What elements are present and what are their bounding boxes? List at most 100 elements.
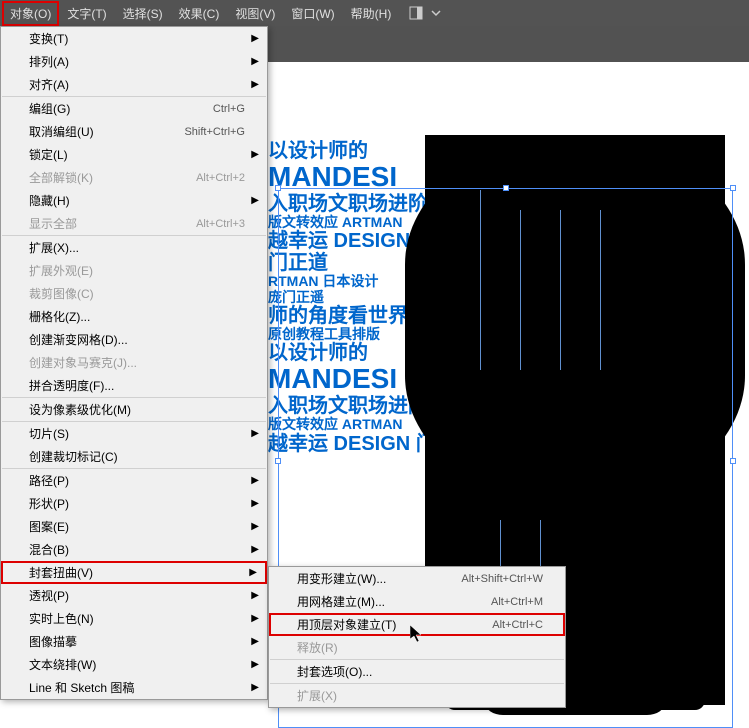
- menu-item-label: 创建对象马赛克(J)...: [29, 354, 137, 371]
- object-menu-item[interactable]: 拼合透明度(F)...: [1, 374, 267, 397]
- menu-item-label: 扩展(X)...: [29, 239, 79, 256]
- menu-item-label: 设为像素级优化(M): [29, 401, 131, 418]
- submenu-arrow-icon: ▶: [251, 428, 259, 439]
- menu-object[interactable]: 对象(O): [2, 1, 59, 26]
- menu-item-label: 混合(B): [29, 541, 69, 558]
- menu-select[interactable]: 选择(S): [115, 1, 171, 26]
- menu-help[interactable]: 帮助(H): [343, 1, 400, 26]
- menu-type[interactable]: 文字(T): [59, 1, 114, 26]
- submenu-arrow-icon: ▶: [251, 590, 259, 601]
- object-menu-item[interactable]: 形状(P) ▶: [1, 492, 267, 515]
- menu-item-label: 全部解锁(K): [29, 169, 93, 186]
- object-menu-item[interactable]: 变换(T) ▶: [1, 27, 267, 50]
- object-menu-item[interactable]: 图像描摹 ▶: [1, 630, 267, 653]
- submenu-arrow-icon: ▶: [251, 33, 259, 44]
- menu-item-label: Line 和 Sketch 图稿: [29, 679, 134, 696]
- object-menu-item[interactable]: 混合(B)▶: [1, 538, 267, 561]
- menu-item-label: 用变形建立(W)...: [297, 570, 386, 587]
- object-menu-item[interactable]: 切片(S) ▶: [1, 422, 267, 445]
- menu-item-label: 形状(P): [29, 495, 69, 512]
- envelope-submenu-item: 扩展(X): [269, 684, 565, 707]
- submenu-arrow-icon: ▶: [251, 682, 259, 693]
- menu-item-label: 显示全部: [29, 215, 77, 232]
- menu-shortcut: Alt+Ctrl+2: [196, 172, 245, 184]
- menu-item-label: 实时上色(N): [29, 610, 94, 627]
- anchor-guide: [600, 210, 601, 370]
- menu-item-label: 扩展外观(E): [29, 262, 93, 279]
- menu-item-label: 文本绕排(W): [29, 656, 96, 673]
- menu-item-label: 用顶层对象建立(T): [297, 616, 396, 633]
- menu-item-label: 路径(P): [29, 472, 69, 489]
- menu-item-label: 封套选项(O)...: [297, 663, 372, 680]
- object-menu-item[interactable]: 实时上色(N) ▶: [1, 607, 267, 630]
- object-menu-item[interactable]: 栅格化(Z)...: [1, 305, 267, 328]
- submenu-arrow-icon: ▶: [251, 195, 259, 206]
- submenu-arrow-icon: ▶: [251, 149, 259, 160]
- menu-item-label: 拼合透明度(F)...: [29, 377, 114, 394]
- submenu-arrow-icon: ▶: [251, 475, 259, 486]
- envelope-submenu-item[interactable]: 封套选项(O)...: [269, 660, 565, 683]
- menu-shortcut: Alt+Shift+Ctrl+W: [461, 573, 543, 585]
- object-menu-item[interactable]: 透视(P) ▶: [1, 584, 267, 607]
- menu-shortcut: Alt+Ctrl+3: [196, 218, 245, 230]
- menu-item-label: 创建裁切标记(C): [29, 448, 118, 465]
- menu-item-label: 图案(E): [29, 518, 69, 535]
- menu-item-label: 透视(P): [29, 587, 69, 604]
- submenu-arrow-icon: ▶: [251, 521, 259, 532]
- object-menu-item[interactable]: 文本绕排(W)▶: [1, 653, 267, 676]
- menu-item-label: 创建渐变网格(D)...: [29, 331, 128, 348]
- menu-item-label: 封套扭曲(V): [29, 564, 93, 581]
- object-menu-item[interactable]: 路径(P) ▶: [1, 469, 267, 492]
- submenu-arrow-icon: ▶: [251, 613, 259, 624]
- menubar-icons: [409, 6, 443, 20]
- menu-item-label: 取消编组(U): [29, 123, 94, 140]
- submenu-arrow-icon: ▶: [251, 498, 259, 509]
- menu-item-label: 栅格化(Z)...: [29, 308, 90, 325]
- object-menu-item: 创建对象马赛克(J)...: [1, 351, 267, 374]
- anchor-guide: [480, 190, 481, 370]
- menu-item-label: 切片(S): [29, 425, 69, 442]
- menu-item-label: 裁剪图像(C): [29, 285, 94, 302]
- object-menu-item[interactable]: 编组(G) Ctrl+G: [1, 97, 267, 120]
- menu-item-label: 用网格建立(M)...: [297, 593, 385, 610]
- object-menu-item[interactable]: 图案(E) ▶: [1, 515, 267, 538]
- object-menu-item: 扩展外观(E): [1, 259, 267, 282]
- object-menu-item[interactable]: Line 和 Sketch 图稿 ▶: [1, 676, 267, 699]
- menu-view[interactable]: 视图(V): [227, 1, 283, 26]
- object-menu-item: 裁剪图像(C): [1, 282, 267, 305]
- object-menu-item[interactable]: 扩展(X)...: [1, 236, 267, 259]
- object-menu-item[interactable]: 对齐(A) ▶: [1, 73, 267, 96]
- menu-item-label: 扩展(X): [297, 687, 337, 704]
- menu-item-label: 释放(R): [297, 639, 338, 656]
- menu-window[interactable]: 窗口(W): [283, 1, 342, 26]
- panel-icon[interactable]: [409, 6, 423, 20]
- submenu-arrow-icon: ▶: [251, 636, 259, 647]
- object-menu-item[interactable]: 创建渐变网格(D)...: [1, 328, 267, 351]
- anchor-guide: [560, 210, 561, 370]
- menu-item-label: 对齐(A): [29, 76, 69, 93]
- menu-item-label: 图像描摹: [29, 633, 77, 650]
- submenu-arrow-icon: ▶: [251, 56, 259, 67]
- object-menu-item[interactable]: 设为像素级优化(M): [1, 398, 267, 421]
- object-menu-item[interactable]: 取消编组(U)Shift+Ctrl+G: [1, 120, 267, 143]
- envelope-submenu-item[interactable]: 用网格建立(M)... Alt+Ctrl+M: [269, 590, 565, 613]
- menu-item-label: 隐藏(H): [29, 192, 70, 209]
- object-menu-item[interactable]: 创建裁切标记(C): [1, 445, 267, 468]
- object-menu-item[interactable]: 锁定(L) ▶: [1, 143, 267, 166]
- menu-shortcut: Alt+Ctrl+M: [491, 596, 543, 608]
- object-menu-item: 显示全部 Alt+Ctrl+3: [1, 212, 267, 235]
- menubar: 对象(O) 文字(T) 选择(S) 效果(C) 视图(V) 窗口(W) 帮助(H…: [0, 0, 749, 26]
- envelope-submenu-item[interactable]: 用变形建立(W)... Alt+Shift+Ctrl+W: [269, 567, 565, 590]
- menu-item-label: 编组(G): [29, 100, 70, 117]
- submenu-arrow-icon: ▶: [251, 79, 259, 90]
- object-menu-item[interactable]: 封套扭曲(V)▶: [1, 561, 267, 584]
- object-menu-item[interactable]: 排列(A) ▶: [1, 50, 267, 73]
- dropdown-icon[interactable]: [429, 6, 443, 20]
- menu-shortcut: Ctrl+G: [213, 103, 245, 115]
- menu-item-label: 变换(T): [29, 30, 68, 47]
- menu-item-label: 锁定(L): [29, 146, 68, 163]
- menu-effect[interactable]: 效果(C): [171, 1, 228, 26]
- menu-shortcut: Alt+Ctrl+C: [492, 619, 543, 631]
- menu-item-label: 排列(A): [29, 53, 69, 70]
- object-menu-item[interactable]: 隐藏(H) ▶: [1, 189, 267, 212]
